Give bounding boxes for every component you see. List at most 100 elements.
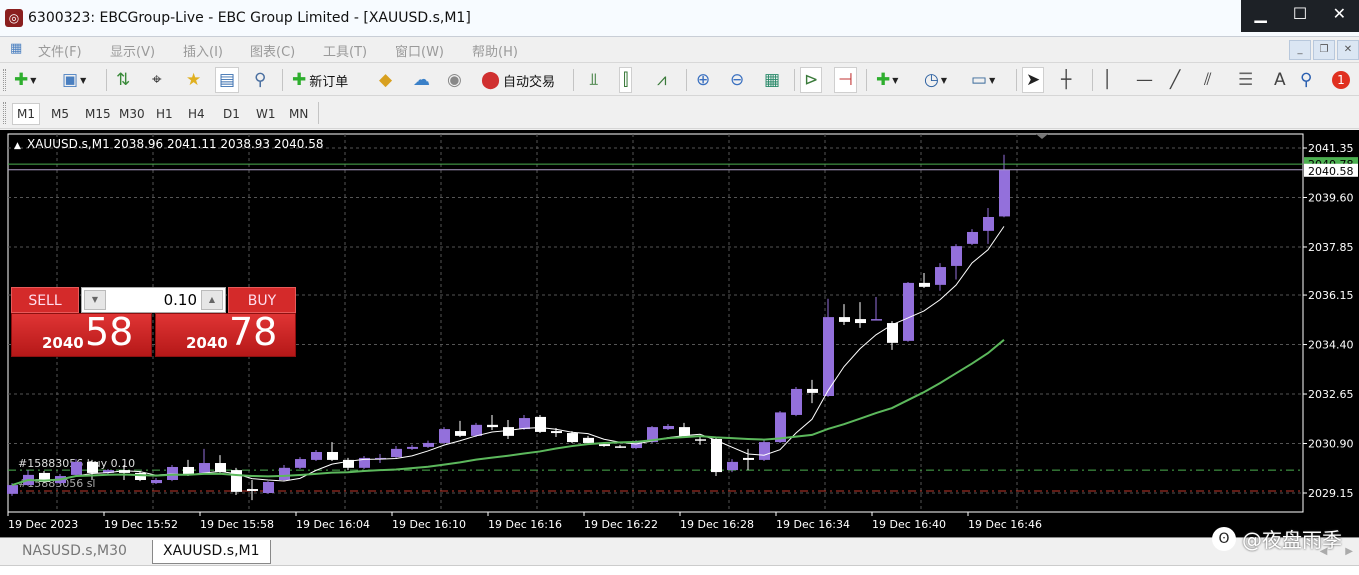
y-tick-label: 2032.65 [1308, 388, 1354, 401]
fibonacci-button[interactable]: ☰ [1234, 67, 1257, 93]
indicators-button[interactable]: ✚ ▼ [872, 67, 902, 93]
vertical-line-button[interactable]: │ [1098, 67, 1116, 93]
sell-price-button[interactable]: 2040 58 [11, 310, 152, 357]
candle-body [855, 319, 866, 324]
status-strip [0, 565, 1359, 575]
zoom-out-button[interactable]: ⊖ [726, 67, 748, 93]
horizontal-line-icon: — [1136, 70, 1153, 90]
templates-button[interactable]: ▭ ▼ [967, 67, 999, 93]
periods-icon: ◷ [924, 70, 939, 90]
zoom-in-button[interactable]: ⊕ [692, 67, 714, 93]
timeframe-m5[interactable]: M5 [46, 103, 74, 125]
profiles-button[interactable]: ▣ ▼ [58, 67, 90, 93]
lot-size-value[interactable]: 0.10 [164, 291, 197, 309]
timeframe-h1[interactable]: H1 [151, 103, 178, 125]
close-button[interactable]: ✕ [1320, 0, 1359, 32]
search-button[interactable]: ⚲ [1296, 67, 1316, 93]
menu-insert[interactable]: 插入(I) [183, 41, 223, 60]
sell-price-pips: 58 [85, 310, 134, 354]
maximize-button[interactable]: ☐ [1280, 0, 1319, 32]
menu-help[interactable]: 帮助(H) [472, 41, 518, 60]
menu-charts[interactable]: 图表(C) [250, 41, 295, 60]
notification-button[interactable]: 1 [1328, 67, 1354, 93]
metaeditor-button[interactable]: ◆ [375, 67, 396, 93]
market-button[interactable]: ☁ [409, 67, 434, 93]
timeframe-mn[interactable]: MN [284, 103, 313, 125]
menu-tools[interactable]: 工具(T) [323, 41, 367, 60]
dropdown-arrow-icon[interactable]: ▼ [941, 76, 947, 85]
mdi-close-button[interactable]: ✕ [1337, 40, 1359, 60]
candlestick-button[interactable]: ⫿ [619, 67, 633, 93]
candle-body [503, 427, 514, 436]
candle-body [199, 463, 210, 473]
minimize-button[interactable]: ▁ [1241, 0, 1280, 32]
mdi-minimize-button[interactable]: _ [1289, 40, 1311, 60]
horizontal-line-button[interactable]: — [1132, 67, 1157, 93]
auto-trading-button[interactable]: ⬤ 自动交易 [477, 67, 559, 93]
toolbar-separator [1016, 69, 1017, 91]
new-chart-button[interactable]: ✚ ▼ [10, 67, 40, 93]
data-window-button[interactable]: ⌖ [148, 67, 166, 93]
candle-body [695, 439, 706, 441]
navigator-button[interactable]: ★ [182, 67, 205, 93]
mdi-restore-button[interactable]: ❐ [1313, 40, 1335, 60]
timeframe-d1[interactable]: D1 [218, 103, 245, 125]
tab-scroll-right-icon[interactable]: ▶ [1345, 546, 1353, 557]
terminal-button[interactable]: ▤ [215, 67, 240, 93]
tab-xauusd-m1[interactable]: XAUUSD.s,M1 [152, 540, 271, 564]
dropdown-arrow-icon[interactable]: ▼ [989, 76, 995, 85]
timeframe-m1[interactable]: M1 [12, 103, 40, 125]
bar-chart-button[interactable]: ⫫ [585, 67, 603, 93]
menu-view[interactable]: 显示(V) [110, 41, 155, 60]
chart-shift-button[interactable]: ⊣ [834, 67, 857, 93]
strategy-tester-button[interactable]: ⚲ [250, 67, 270, 93]
signals-button[interactable]: ◉ [443, 67, 466, 93]
sell-button[interactable]: SELL [11, 287, 79, 313]
chart-shift-marker[interactable] [1036, 134, 1048, 139]
new-order-button[interactable]: ✚ 新订单 [288, 67, 352, 93]
lot-increase-button[interactable]: ▲ [201, 290, 223, 310]
dropdown-arrow-icon[interactable]: ▼ [30, 76, 36, 85]
dropdown-arrow-icon[interactable]: ▼ [80, 76, 86, 85]
candle-body [167, 466, 178, 480]
candle [871, 297, 882, 321]
timeframe-w1[interactable]: W1 [251, 103, 281, 125]
candle-body [583, 437, 594, 443]
collapse-arrow-icon[interactable]: ▲ [14, 141, 21, 151]
crosshair-icon: ┼ [1061, 70, 1072, 90]
menu-file[interactable]: 文件(F) [38, 41, 82, 60]
line-chart-button[interactable]: ⩘ [653, 67, 671, 93]
toolbar-separator [686, 69, 687, 91]
market-watch-button[interactable]: ⇅ [112, 67, 134, 93]
dropdown-arrow-icon[interactable]: ▼ [892, 76, 898, 85]
trendline-button[interactable]: ╱ [1166, 67, 1184, 93]
toolbar-grip[interactable] [3, 69, 6, 91]
chart-window-icon[interactable]: ▦ [10, 41, 22, 56]
timeframes-toolbar: M1 M5 M15 M30 H1 H4 D1 W1 MN [0, 97, 1359, 129]
crosshair-button[interactable]: ┼ [1057, 67, 1075, 93]
candle-body [407, 446, 418, 449]
chart-window[interactable]: 2041.35 2039.60 2037.85 2036.15 2034.40 2032.… [0, 130, 1359, 537]
auto-scroll-button[interactable]: ⊳ [800, 67, 823, 93]
tile-windows-button[interactable]: ▦ [760, 67, 784, 93]
menu-window[interactable]: 窗口(W) [395, 41, 444, 60]
lot-decrease-button[interactable]: ▼ [84, 290, 106, 310]
auto-scroll-icon: ⊳ [804, 70, 819, 90]
candle [983, 207, 994, 244]
equidistant-channel-button[interactable]: ⫽ [1200, 67, 1216, 93]
candle-body [535, 416, 546, 432]
text-button[interactable]: A [1270, 67, 1290, 93]
timeframe-h4[interactable]: H4 [183, 103, 210, 125]
candle [791, 386, 802, 417]
candle-body [663, 425, 674, 430]
timeframe-m30[interactable]: M30 [114, 103, 150, 125]
buy-price-button[interactable]: 2040 78 [155, 310, 296, 357]
tab-nasusd-m30[interactable]: NASUSD.s,M30 [12, 540, 137, 564]
candle-body [711, 438, 722, 473]
toolbar-grip[interactable] [3, 102, 6, 124]
periods-button[interactable]: ◷ ▼ [920, 67, 951, 93]
cursor-button[interactable]: ➤ [1022, 67, 1045, 93]
timeframe-m15[interactable]: M15 [80, 103, 116, 125]
line-chart-icon: ⩘ [657, 70, 667, 90]
candle [967, 229, 978, 245]
